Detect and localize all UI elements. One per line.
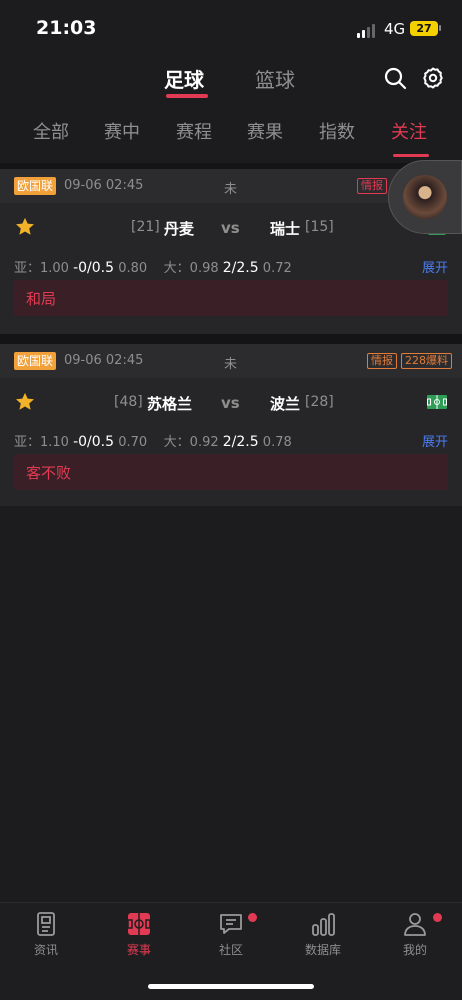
- notification-dot: [248, 913, 257, 922]
- vs-label: vs: [221, 219, 240, 237]
- tab-all[interactable]: 全部: [33, 118, 69, 144]
- asia-line: -0/0.5: [73, 260, 115, 276]
- nav-database[interactable]: 数据库: [288, 911, 358, 958]
- match-icon: [127, 913, 151, 935]
- expand-link[interactable]: 展开: [422, 257, 448, 276]
- asia-line: -0/0.5: [73, 434, 115, 450]
- match-header: 欧国联 09-06 02:45 未 情报 228爆料: [0, 344, 462, 378]
- tab-football[interactable]: 足球: [164, 64, 204, 93]
- battery-icon: 27: [410, 21, 438, 36]
- pitch-icon[interactable]: [427, 395, 447, 409]
- match-card[interactable]: 欧国联 09-06 02:45 未 情报 228爆料 [48] 苏格兰 vs 波…: [0, 344, 462, 506]
- away-team: 波兰: [270, 395, 301, 413]
- away-team: 瑞士: [270, 220, 301, 238]
- tab-index[interactable]: 指数: [319, 118, 355, 144]
- away-rank: [15]: [305, 219, 334, 235]
- gear-icon[interactable]: [421, 66, 445, 90]
- prediction-text: 客不败: [26, 464, 72, 482]
- divider: [0, 334, 462, 344]
- filter-underline: [393, 154, 429, 157]
- away-rank: [28]: [305, 394, 334, 410]
- league-badge: 欧国联: [14, 177, 57, 195]
- user-icon: [404, 913, 426, 936]
- filter-tabs: 全部 赛中 赛程 赛果 指数 关注: [0, 118, 462, 160]
- tab-underline: [166, 94, 208, 98]
- chart-icon: [312, 913, 335, 936]
- news-icon: [37, 912, 55, 936]
- nav-label: 社区: [218, 943, 243, 957]
- status-bar: 21:03 4G 27: [0, 0, 462, 56]
- notification-dot: [433, 913, 442, 922]
- expand-link[interactable]: 展开: [422, 431, 448, 450]
- search-icon[interactable]: [383, 66, 407, 90]
- big-label: 大：0.98: [163, 261, 219, 276]
- match-status: 未: [224, 182, 238, 197]
- battery-nub: [439, 25, 441, 31]
- match-time: 09-06 02:45: [64, 178, 144, 193]
- nav-news[interactable]: 资讯: [11, 911, 81, 958]
- big-label: 大：0.92: [163, 435, 219, 450]
- nav-label: 数据库: [304, 943, 341, 957]
- big-odd: 0.72: [262, 261, 292, 276]
- info-tag[interactable]: 情报: [367, 353, 397, 369]
- tab-following[interactable]: 关注: [391, 118, 427, 144]
- match-status: 未: [224, 357, 238, 372]
- prediction-bar: 和局: [14, 280, 448, 316]
- network-label: 4G: [384, 20, 406, 38]
- asia-odd: 0.70: [118, 435, 148, 450]
- nav-label: 赛事: [126, 943, 151, 957]
- tab-results[interactable]: 赛果: [247, 118, 283, 144]
- nav-label: 资讯: [33, 943, 58, 957]
- tab-schedule[interactable]: 赛程: [176, 118, 212, 144]
- tab-live[interactable]: 赛中: [104, 118, 140, 144]
- chat-icon: [220, 914, 242, 934]
- home-rank: [21]: [131, 219, 160, 235]
- info-tag[interactable]: 情报: [357, 178, 387, 194]
- tips-count-tag[interactable]: 228爆料: [401, 353, 452, 369]
- home-team: 苏格兰: [147, 395, 193, 413]
- floating-avatar-button[interactable]: [388, 160, 462, 234]
- big-line: 2/2.5: [222, 434, 259, 450]
- home-rank: [48]: [114, 394, 143, 410]
- nav-matches[interactable]: 赛事: [104, 911, 174, 958]
- vs-label: vs: [221, 394, 240, 412]
- prediction-text: 和局: [26, 290, 57, 308]
- star-icon[interactable]: [14, 216, 36, 238]
- asia-label: 亚：1.10: [14, 435, 69, 450]
- nav-profile[interactable]: 我的: [380, 911, 450, 958]
- home-indicator: [148, 984, 314, 989]
- asia-odd: 0.80: [118, 261, 148, 276]
- asia-label: 亚：1.00: [14, 261, 69, 276]
- odds-row: 亚：1.10 -0/0.5 0.70 大：0.92 2/2.5 0.78: [14, 431, 292, 450]
- league-badge: 欧国联: [14, 352, 57, 370]
- nav-label: 我的: [402, 943, 427, 957]
- match-time: 09-06 02:45: [64, 353, 144, 368]
- avatar: [403, 175, 447, 219]
- star-icon[interactable]: [14, 391, 36, 413]
- status-time: 21:03: [36, 17, 97, 39]
- home-team: 丹麦: [164, 220, 195, 238]
- big-line: 2/2.5: [222, 260, 259, 276]
- signal-icon: [357, 24, 375, 38]
- prediction-bar: 客不败: [14, 454, 448, 490]
- tab-basketball[interactable]: 篮球: [255, 64, 295, 93]
- odds-row: 亚：1.00 -0/0.5 0.80 大：0.98 2/2.5 0.72: [14, 257, 292, 276]
- nav-community[interactable]: 社区: [196, 911, 266, 958]
- big-odd: 0.78: [262, 435, 292, 450]
